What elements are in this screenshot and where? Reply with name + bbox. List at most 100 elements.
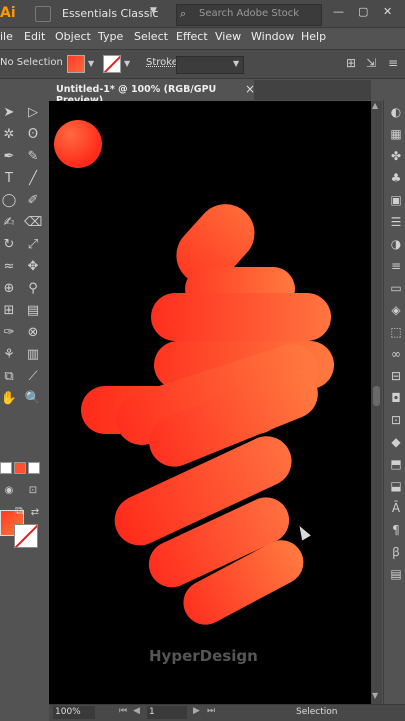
chevron-down-icon[interactable]: ▼ (88, 59, 94, 68)
menu-window[interactable]: Window (251, 30, 294, 43)
layers-icon[interactable]: ◈ (388, 302, 404, 318)
artboard-canvas[interactable]: HyperDesign (49, 101, 371, 704)
gradient-mode-icon[interactable] (14, 462, 26, 474)
search-stock-input[interactable]: ⌕ Search Adobe Stock (176, 4, 322, 26)
menu-help[interactable]: Help (301, 30, 326, 43)
brushes-icon[interactable]: ✤ (388, 148, 404, 164)
none-mode-icon[interactable] (28, 462, 40, 474)
stroke-swatch[interactable] (103, 55, 121, 73)
vertical-scrollbar[interactable]: ▲ ▼ (371, 101, 382, 704)
color-mode-icon[interactable] (0, 462, 12, 474)
control-bar: No Selection ▼ ▼ Stroke: ▼ ⊞ ⇲ ≡ (0, 49, 405, 79)
edit-toolbar-icon[interactable]: ⧉ (10, 502, 28, 520)
selection-status: No Selection (0, 57, 63, 68)
line-tool-icon[interactable]: ╱ (24, 170, 42, 188)
free-transform-icon[interactable]: ✥ (24, 258, 42, 276)
draw-mode-icon[interactable]: ◉ (0, 482, 18, 500)
gradient-tool-icon[interactable]: ▤ (24, 302, 42, 320)
eraser-icon[interactable]: ⌫ (24, 214, 42, 232)
shape-builder-icon[interactable]: ⊕ (0, 280, 18, 298)
rotate-tool-icon[interactable]: ↻ (0, 236, 18, 254)
artboards-icon[interactable]: ⬚ (388, 324, 404, 340)
maximize-icon[interactable]: ▢ (358, 5, 368, 18)
chevron-down-icon[interactable]: ▼ (150, 6, 157, 16)
transparency-icon[interactable]: ◑ (388, 236, 404, 252)
illustrator-logo: Ai (0, 5, 16, 21)
blend-tool-icon[interactable]: ⊗ (24, 324, 42, 342)
shaper-tool-icon[interactable]: ✍ (0, 214, 18, 232)
zoom-tool-icon[interactable]: 🔍 (24, 390, 42, 408)
export-icon[interactable]: ⬒ (388, 456, 404, 472)
close-window-icon[interactable]: ✕ (383, 5, 392, 18)
pen-tool-icon[interactable]: ✒ (0, 148, 18, 166)
mesh-tool-icon[interactable]: ⊞ (0, 302, 18, 320)
graphic-styles-icon[interactable]: ▣ (388, 192, 404, 208)
glyphs-icon[interactable]: ꞵ (388, 544, 404, 560)
menu-bar: ile Edit Object Type Select Effect View … (0, 28, 405, 48)
symbol-sprayer-icon[interactable]: ⚘ (0, 346, 18, 364)
chevron-down-icon[interactable]: ▼ (124, 59, 130, 68)
menu-type[interactable]: Type (98, 30, 123, 43)
fill-swatch[interactable] (67, 55, 85, 73)
gradient-panel-icon[interactable]: ▭ (388, 280, 404, 296)
first-artboard-icon[interactable]: ⏮ (119, 706, 127, 716)
direct-selection-tool-icon[interactable]: ▷ (24, 104, 42, 122)
stroke-panel-icon[interactable]: ≡ (388, 258, 404, 274)
asset-export-icon[interactable]: ⬓ (388, 478, 404, 494)
lasso-icon[interactable]: ʘ (24, 126, 42, 144)
zoom-level-field[interactable]: 100% (53, 706, 95, 719)
scale-tool-icon[interactable]: ⤢ (24, 236, 42, 254)
graph-tool-icon[interactable]: ▥ (24, 346, 42, 364)
menu-icon[interactable]: ≡ (388, 56, 398, 70)
align-icon[interactable]: ⊞ (346, 56, 356, 70)
menu-view[interactable]: View (215, 30, 241, 43)
transform-panel-icon[interactable]: ⊡ (388, 412, 404, 428)
selection-tool-icon[interactable]: ➤ (0, 104, 18, 122)
pathfinder-icon[interactable]: ◘ (388, 390, 404, 406)
menu-effect[interactable]: Effect (176, 30, 208, 43)
minimize-icon[interactable]: — (333, 5, 344, 18)
tab-untitled[interactable]: Untitled-1* @ 100% (RGB/GPU Preview) × (49, 80, 255, 106)
type-panel-icon[interactable]: Ā (388, 500, 404, 516)
scroll-thumb[interactable] (373, 386, 380, 406)
ellipse-tool-icon[interactable]: ◯ (0, 192, 18, 210)
last-artboard-icon[interactable]: ⏭ (207, 706, 215, 716)
appearance-icon[interactable]: ☰ (388, 214, 404, 230)
hand-tool-icon[interactable]: ✋ (0, 390, 18, 408)
warp-tool-icon[interactable]: ≈ (0, 258, 18, 276)
chevron-down-icon[interactable]: ▼ (233, 59, 239, 68)
bridge-icon[interactable] (35, 6, 51, 22)
library-icon[interactable]: ▤ (388, 566, 404, 582)
eyedropper-icon[interactable]: ✑ (0, 324, 18, 342)
menu-object[interactable]: Object (55, 30, 91, 43)
paragraph-icon[interactable]: ¶ (388, 522, 404, 538)
menu-select[interactable]: Select (134, 30, 168, 43)
symbols-icon[interactable]: ♣ (388, 170, 404, 186)
scroll-up-icon[interactable]: ▲ (372, 101, 378, 110)
swap-colors-icon[interactable]: ⇄ (26, 504, 44, 522)
stroke-color-icon[interactable] (14, 524, 38, 548)
pin-icon[interactable]: ⚲ (24, 280, 42, 298)
transform-icon[interactable]: ⇲ (366, 56, 376, 70)
prev-artboard-icon[interactable]: ◀ (133, 706, 140, 716)
gradient-circle[interactable] (54, 120, 102, 168)
paintbrush-icon[interactable]: ✐ (24, 192, 42, 210)
links-icon[interactable]: ∞ (388, 346, 404, 362)
type-tool-icon[interactable]: T (0, 170, 18, 188)
layers-stack-icon[interactable]: ◆ (388, 434, 404, 450)
slice-tool-icon[interactable]: ⟋ (24, 368, 42, 386)
magic-wand-icon[interactable]: ✲ (0, 126, 18, 144)
scroll-down-icon[interactable]: ▼ (372, 691, 378, 700)
menu-file[interactable]: ile (0, 30, 13, 43)
swatches-icon[interactable]: ▦ (388, 126, 404, 142)
artboard-number-field[interactable]: 1 (147, 706, 187, 719)
align-panel-icon[interactable]: ⊟ (388, 368, 404, 384)
next-artboard-icon[interactable]: ▶ (193, 706, 200, 716)
close-icon[interactable]: × (245, 82, 255, 96)
screen-mode-icon[interactable]: ⊡ (24, 482, 42, 500)
artboard-tool-icon[interactable]: ⧉ (0, 368, 18, 386)
menu-edit[interactable]: Edit (24, 30, 45, 43)
capsule-shape[interactable] (151, 293, 331, 341)
curvature-tool-icon[interactable]: ✎ (24, 148, 42, 166)
color-panel-icon[interactable]: ◐ (388, 104, 404, 120)
